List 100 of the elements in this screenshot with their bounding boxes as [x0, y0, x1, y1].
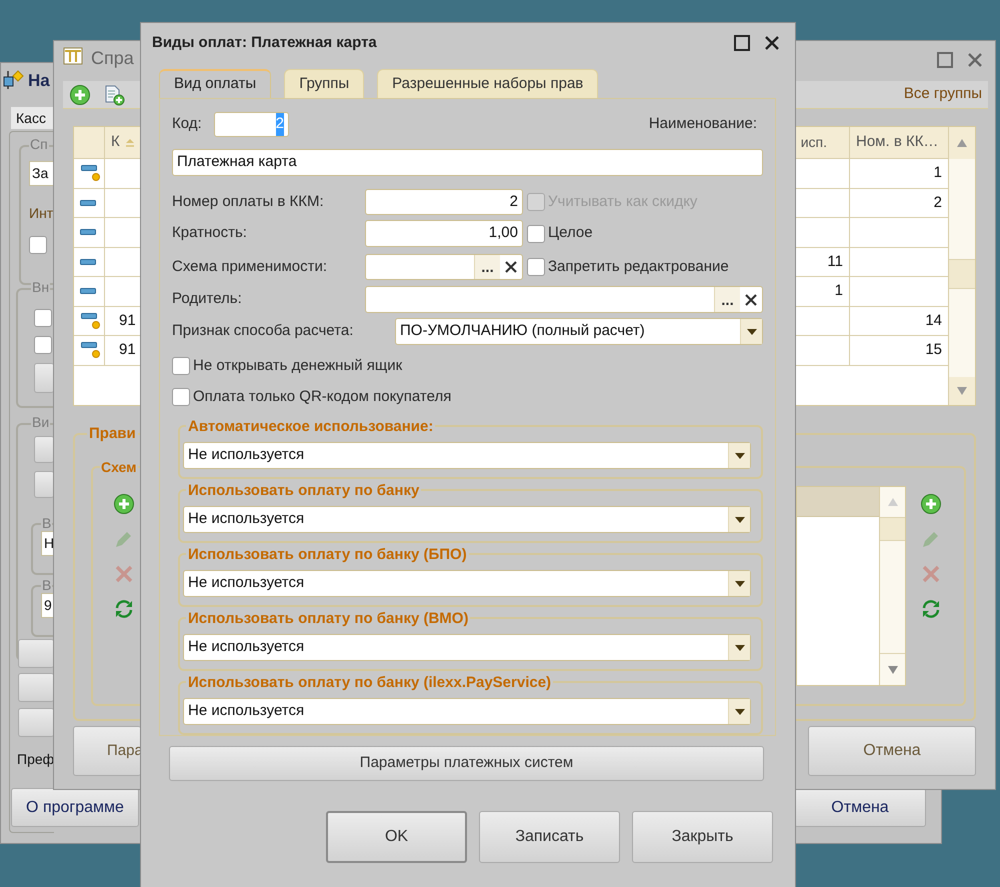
table-icon [63, 47, 83, 65]
window-icon [3, 69, 25, 91]
dropdown[interactable]: ПО-УМОЛЧАНИЮ (полный расчет) [395, 318, 763, 345]
select-button[interactable]: ... [714, 287, 740, 312]
column-header[interactable]: исп. [800, 132, 827, 153]
scrollbar[interactable] [879, 487, 905, 685]
item-icon [80, 229, 96, 236]
button[interactable] [18, 708, 54, 737]
scroll-down-icon[interactable] [886, 664, 898, 674]
item-with-dot-icon [80, 165, 100, 182]
caret-icon[interactable] [734, 516, 746, 524]
tab[interactable]: Разрешенные наборы прав [377, 69, 598, 98]
checkbox-label: Не открывать денежный ящик [193, 356, 402, 376]
column-header[interactable]: К [111, 131, 120, 154]
copy-add-icon[interactable] [103, 84, 125, 106]
button[interactable] [18, 639, 54, 668]
add-icon[interactable] [69, 84, 91, 106]
checkbox[interactable] [29, 236, 47, 254]
button[interactable] [34, 363, 54, 393]
input-field[interactable]: Н [41, 531, 54, 556]
button[interactable]: Записать [479, 811, 620, 863]
item-with-dot-icon [80, 312, 100, 329]
checkbox-label: Запретить редактрование [548, 256, 729, 277]
add-icon[interactable] [920, 493, 942, 515]
button[interactable]: Закрыть [632, 811, 773, 863]
window-title: Спра [91, 47, 134, 70]
maximize-icon[interactable] [733, 34, 751, 52]
filter-link[interactable]: Все группы [904, 83, 982, 106]
button[interactable]: Параметры платежных систем [169, 746, 764, 781]
checkbox[interactable] [172, 388, 190, 406]
scroll-down-icon[interactable] [956, 386, 968, 396]
item-with-dot-icon [80, 342, 100, 358]
dropdown[interactable]: Не используется [183, 442, 751, 469]
column-header[interactable]: Ном. в КК… [856, 131, 938, 154]
refresh-icon[interactable] [920, 598, 942, 620]
caret-icon[interactable] [746, 328, 758, 336]
table-cell-text: 91 [119, 340, 136, 360]
table-cell-text: 11 [827, 252, 843, 272]
input-field[interactable]: 9 [41, 593, 54, 618]
window-title: На [28, 70, 50, 92]
caret-icon[interactable] [734, 580, 746, 588]
field-label: Преф [17, 750, 54, 769]
dropdown[interactable]: Не используется [183, 634, 751, 661]
field-label: Инт [29, 204, 54, 223]
checkbox[interactable] [527, 224, 545, 242]
button[interactable]: Отмена [808, 726, 976, 776]
scroll-thumb[interactable] [949, 259, 975, 289]
add-icon[interactable] [113, 493, 135, 515]
table-cell-text: 1 [934, 163, 942, 183]
item-icon [80, 200, 96, 206]
input-field[interactable]: Платежная карта [172, 149, 763, 176]
button[interactable] [34, 471, 54, 498]
sort-icon [124, 136, 136, 148]
button[interactable] [18, 673, 54, 702]
scroll-thumb[interactable] [880, 517, 905, 541]
select-button[interactable]: ... [474, 255, 500, 279]
scrollbar[interactable] [948, 127, 975, 405]
item-icon [80, 258, 96, 265]
input-field[interactable]: 1,00 [365, 220, 523, 247]
input-field[interactable]: ... [365, 254, 523, 280]
tab[interactable]: Вид оплаты [159, 69, 272, 98]
scroll-up-icon[interactable] [886, 497, 898, 507]
caret-icon[interactable] [734, 708, 746, 716]
window-title: Виды оплат: Платежная карта [152, 32, 377, 53]
button[interactable]: OK [326, 811, 467, 863]
table-cell-text: 14 [925, 310, 942, 330]
table-cell-text: 1 [834, 281, 843, 301]
field-label: Наименование: [648, 114, 757, 134]
tab[interactable]: Касс [11, 107, 54, 129]
field-label: Схема применимости: [172, 256, 328, 277]
clear-icon[interactable] [504, 260, 518, 274]
input-field[interactable]: 2 [365, 189, 523, 215]
dropdown[interactable]: Не используется [183, 570, 751, 597]
item-icon [80, 288, 96, 294]
table-cell-text: 91 [119, 310, 136, 330]
caret-icon[interactable] [734, 644, 746, 652]
caret-icon[interactable] [734, 452, 746, 460]
refresh-icon[interactable] [113, 598, 135, 620]
checkbox[interactable] [172, 357, 190, 375]
checkbox[interactable] [34, 309, 52, 327]
button[interactable]: О программе [11, 788, 139, 827]
checkbox-label: Оплата только QR-кодом покупателя [193, 386, 452, 407]
tab[interactable]: Группы [284, 69, 364, 98]
scroll-up-icon[interactable] [956, 138, 968, 148]
table-cell-text: 2 [934, 192, 942, 212]
dropdown[interactable]: Не используется [183, 698, 751, 725]
table-cell-text: 15 [925, 340, 942, 360]
input-field[interactable]: За [29, 161, 54, 186]
dropdown[interactable]: Не используется [183, 506, 751, 533]
field-label: Признак способа расчета: [172, 321, 354, 342]
field-label: Кратность: [172, 223, 248, 244]
close-icon[interactable] [763, 34, 781, 52]
clear-icon[interactable] [744, 292, 758, 306]
button[interactable] [34, 436, 54, 463]
input-field[interactable]: ... [365, 286, 763, 313]
checkbox[interactable] [527, 258, 545, 276]
field-label: Родитель: [172, 289, 243, 310]
button[interactable]: Отмена [794, 788, 926, 827]
checkbox-label: Целое [548, 223, 593, 244]
checkbox[interactable] [34, 336, 52, 354]
